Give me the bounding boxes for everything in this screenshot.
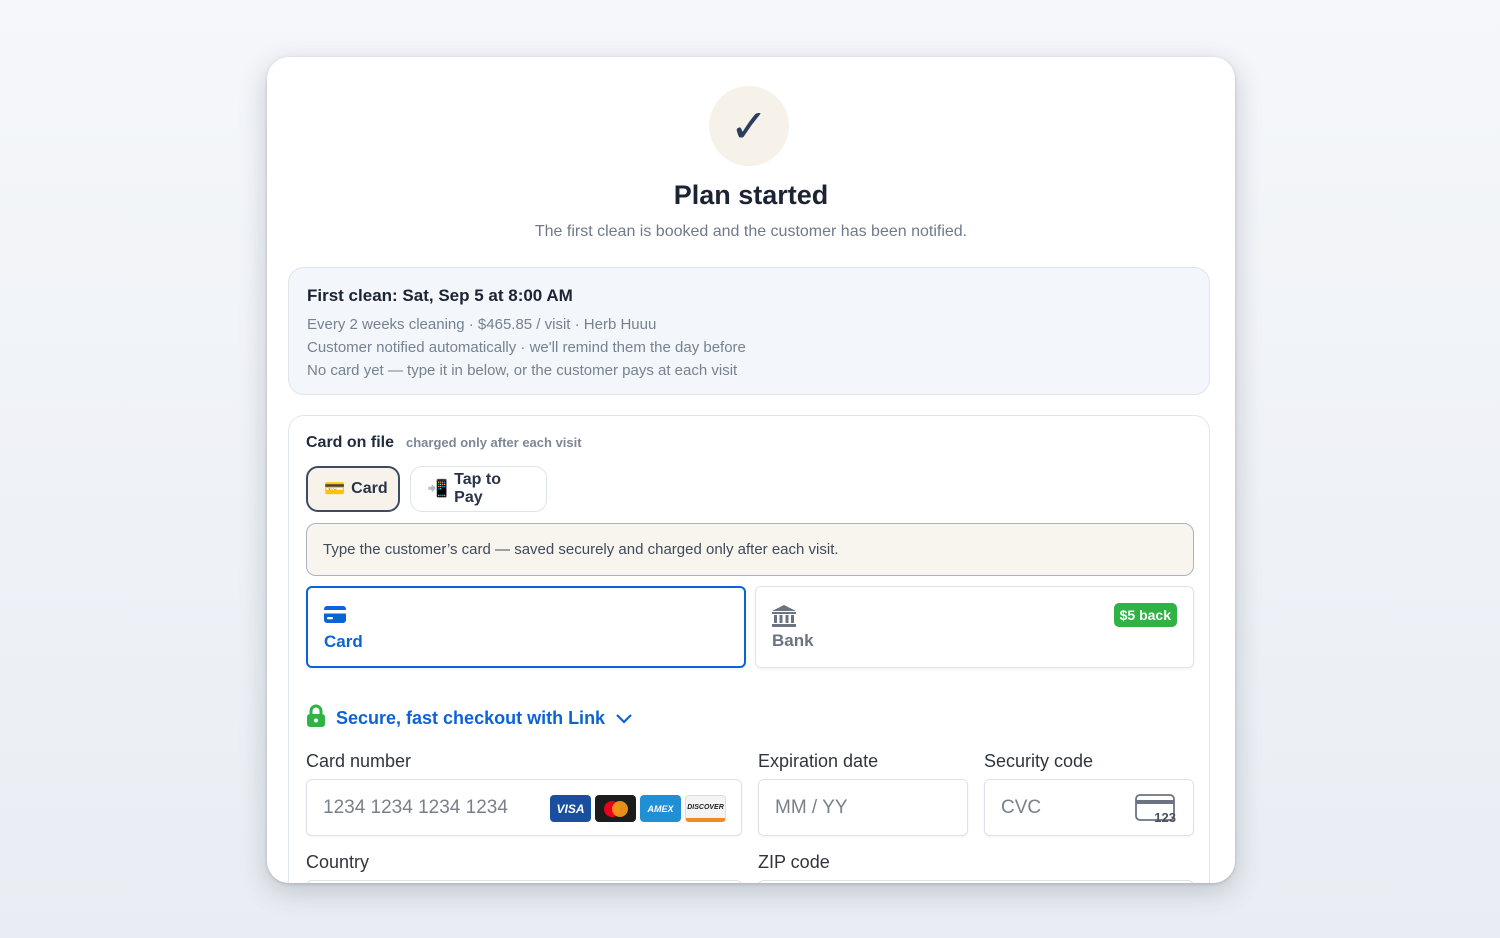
summary-line: Customer notified automatically · we'll …: [307, 339, 746, 356]
security-code-input[interactable]: CVC 123: [984, 779, 1194, 836]
visa-icon: VISA: [550, 795, 591, 822]
booking-summary-card: First clean: Sat, Sep 5 at 8:00 AM Every…: [288, 267, 1210, 395]
chevron-down-icon: [615, 708, 633, 729]
success-check-badge: ✓: [709, 86, 789, 166]
plan-started-modal: ✓ Plan started The first clean is booked…: [267, 57, 1235, 883]
expiration-label: Expiration date: [758, 751, 879, 771]
zip-label: ZIP code: [758, 852, 830, 872]
card-entry-notice: Type the customer’s card — saved securel…: [306, 523, 1194, 576]
tab-tap-to-pay[interactable]: 📲 Tap to Pay: [410, 466, 547, 512]
card-brands: VISA AMEX DISCOVER: [550, 795, 726, 822]
link-checkout-label: Secure, fast checkout with Link: [336, 708, 606, 728]
summary-line: No card yet — type it in below, or the c…: [307, 362, 738, 379]
page-subtitle: The first clean is booked and the custom…: [534, 223, 968, 240]
country-label: Country: [306, 852, 370, 872]
country-select[interactable]: [306, 880, 742, 883]
security-code-label: Security code: [984, 751, 1094, 771]
cvc-icon-text: 123: [1154, 810, 1176, 824]
lock-icon: [306, 704, 326, 733]
card-icon: [324, 606, 346, 628]
tab-card[interactable]: 💳 Card: [306, 466, 400, 512]
tab-card-label: Card: [351, 480, 388, 497]
tab-tap-to-pay-label: Tap to Pay: [454, 471, 501, 506]
expiration-input[interactable]: MM / YY: [758, 779, 968, 836]
cvc-card-icon: 123: [1135, 794, 1177, 830]
checkmark-icon: ✓: [729, 99, 769, 153]
summary-line: Every 2 weeks cleaning · $465.85 / visit…: [307, 316, 657, 333]
bank-icon: [772, 605, 796, 632]
card-number-input[interactable]: 1234 1234 1234 1234 VISA AMEX DISCOVER: [306, 779, 742, 836]
zip-input[interactable]: [758, 880, 1194, 883]
tap-phone-icon: 📲: [427, 479, 449, 498]
mastercard-icon: [595, 795, 636, 822]
first-clean-heading: First clean: Sat, Sep 5 at 8:00 AM: [307, 286, 573, 305]
payment-type-bank[interactable]: Bank $5 back: [755, 586, 1194, 668]
expiration-placeholder: MM / YY: [775, 796, 848, 818]
card-number-placeholder: 1234 1234 1234 1234: [323, 796, 508, 818]
card-on-file-title: Card on file: [306, 434, 395, 451]
payment-type-card[interactable]: Card: [306, 586, 746, 668]
credit-card-emoji-icon: 💳: [324, 479, 346, 498]
amex-icon: AMEX: [640, 795, 681, 822]
card-on-file-header: Card on file charged only after each vis…: [306, 434, 582, 452]
payment-type-bank-label: Bank: [772, 631, 814, 650]
cashback-badge: $5 back: [1113, 603, 1177, 627]
payment-type-card-label: Card: [324, 632, 363, 651]
card-number-label: Card number: [306, 751, 412, 771]
link-checkout-toggle[interactable]: Secure, fast checkout with Link: [306, 704, 633, 733]
discover-icon: DISCOVER: [685, 795, 726, 822]
card-on-file-panel: Card on file charged only after each vis…: [288, 415, 1210, 883]
cvc-placeholder: CVC: [1001, 796, 1042, 818]
page-title: Plan started: [673, 180, 829, 210]
card-on-file-subtitle: charged only after each visit: [406, 435, 582, 450]
